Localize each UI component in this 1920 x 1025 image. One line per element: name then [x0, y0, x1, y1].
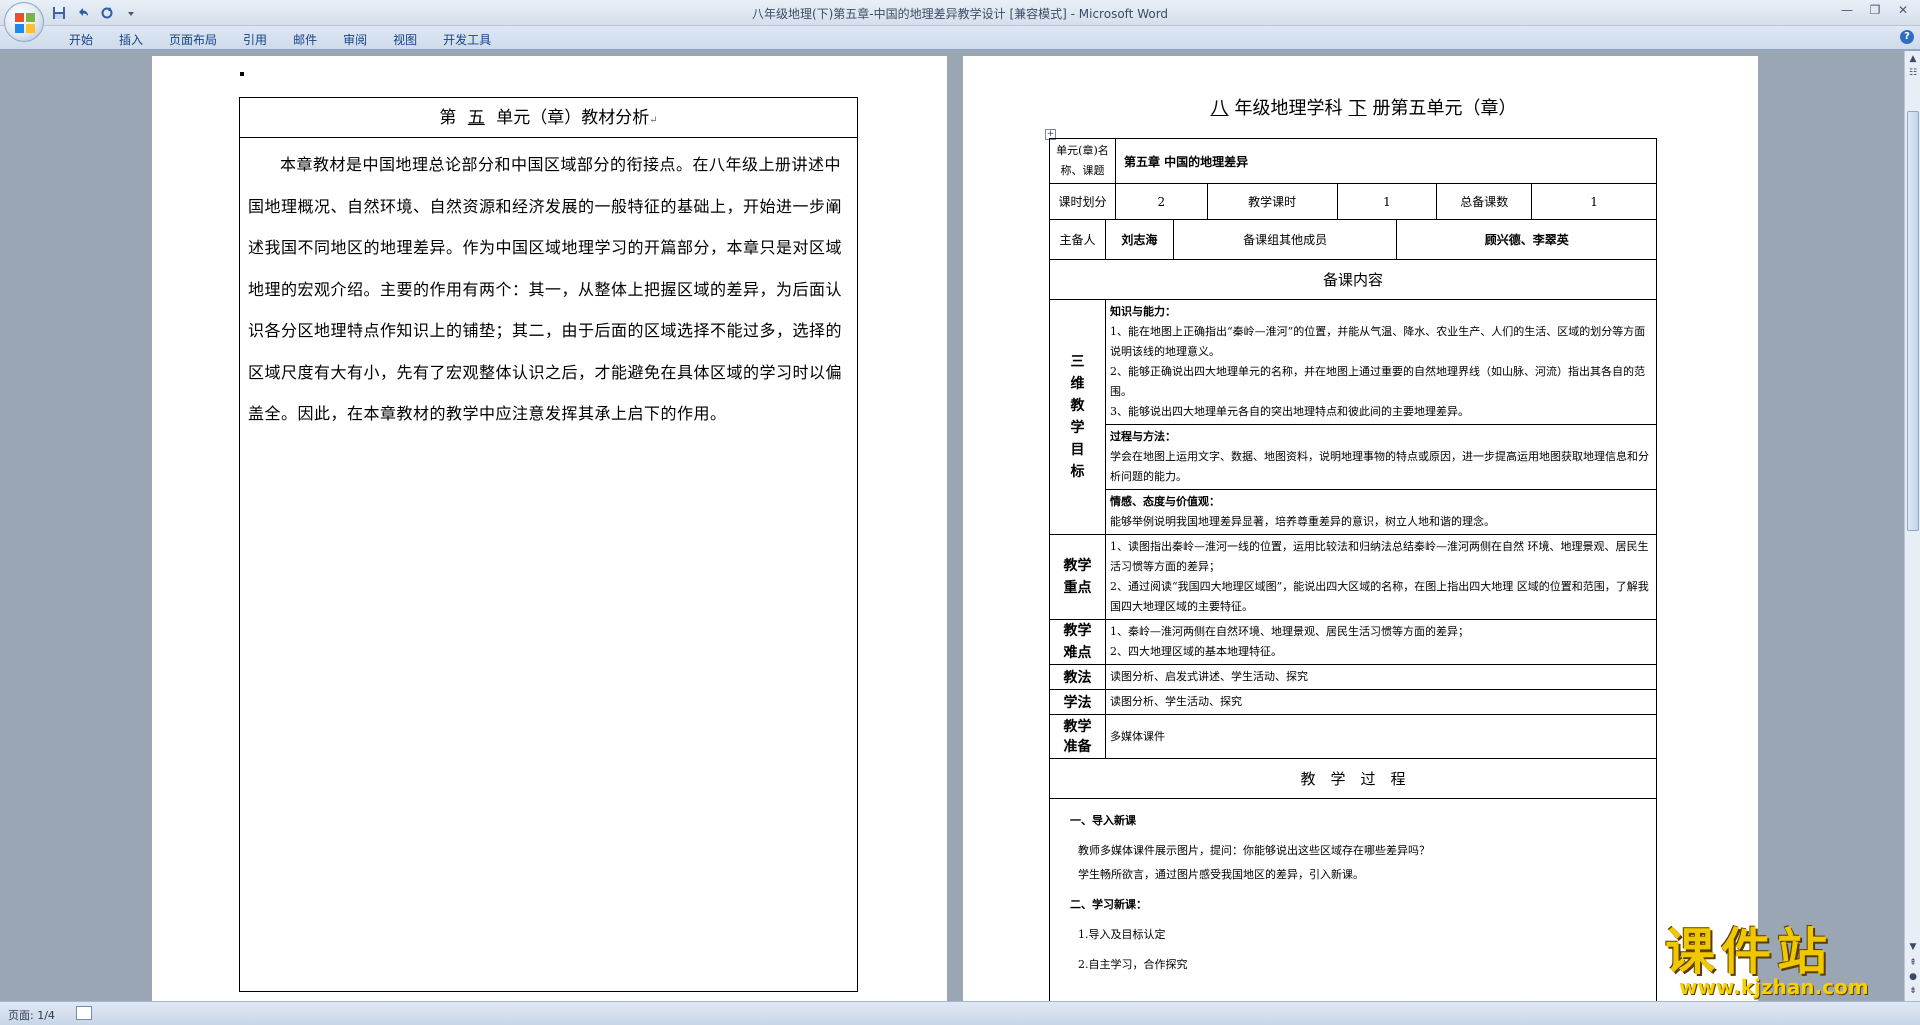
help-icon[interactable]: ? — [1900, 30, 1914, 44]
knowledge-item-3: 3、能够说出四大地理单元各自的突出地理特点和彼此间的主要地理差异。 — [1109, 405, 1469, 418]
knowledge-item-2: 2、能够正确说出四大地理单元的名称，并在地图上通过重要的自然地理界线（如山脉、河… — [1109, 365, 1645, 398]
paragraph-bullet — [240, 72, 244, 76]
new-lesson-step-1: 1.导入及目标认定 — [1078, 928, 1166, 941]
close-icon[interactable]: ✕ — [1890, 1, 1916, 19]
teach-hours-value: 1 — [1336, 183, 1438, 220]
title-grade: 八 — [1210, 98, 1229, 119]
process-cell: 过程与方法： 学会在地图上运用文字、数据、地图资料，说明地理事物的特点或原因，进… — [1104, 424, 1658, 490]
page-count[interactable]: 页面: 1/4 — [8, 1007, 55, 1023]
window-controls: — ❐ ✕ — [1834, 1, 1916, 19]
key-point-2: 2、通过阅读“我国四大地理区域图”，能说出四大区域的名称，在图上指出四大地理 区… — [1109, 580, 1649, 613]
lesson-plan-table: 单元(章)名称、课题 第五章 中国的地理差异 课时划分 2 教学课时 1 总备课… — [1049, 138, 1658, 1001]
members-value: 顾兴德、李翠英 — [1396, 219, 1657, 260]
analysis-title: 第 五 单元（章）教材分析↵ — [240, 98, 857, 138]
vertical-scrollbar[interactable]: ▲ ☷ ▼ ⇞ ● ⇟ — [1904, 51, 1920, 1001]
intro-line-1: 教师多媒体课件展示图片，提问：你能够说出这些区域存在哪些差异吗？ — [1078, 844, 1430, 857]
tab-view[interactable]: 视图 — [380, 29, 430, 50]
difficulties-cell: 1、秦岭—淮河两侧在自然环境、地理景观、居民生活习惯等方面的差异； 2、四大地理… — [1104, 619, 1658, 665]
tab-mailings[interactable]: 邮件 — [280, 29, 330, 50]
office-button[interactable] — [4, 2, 44, 42]
tab-page-layout[interactable]: 页面布局 — [156, 29, 230, 50]
new-lesson-step-2: 2.自主学习，合作探究 — [1078, 958, 1188, 971]
teaching-process-cell: 一、导入新课 教师多媒体课件展示图片，提问：你能够说出这些区域存在哪些差异吗？ … — [1049, 798, 1657, 1001]
ribbon-tabs-bar: 开始 插入 页面布局 引用 邮件 审阅 视图 开发工具 ? — [0, 26, 1920, 50]
lead-label: 主备人 — [1049, 219, 1106, 260]
document-page-right[interactable]: 八年级地理学科下册第五单元（章） + 单元(章)名称、课题 第五章 中国的地理差… — [963, 56, 1758, 1001]
knowledge-title: 知识与能力： — [1109, 305, 1176, 318]
analysis-paragraph: 本章教材是中国地理总论部分和中国区域部分的衔接点。在八年级上册讲述中国地理概况、… — [248, 155, 843, 423]
key-point-1: 1、读图指出秦岭—淮河一线的位置，运用比较法和归纳法总结秦岭—淮河两侧在自然 环… — [1109, 540, 1649, 573]
key-points-cell: 1、读图指出秦岭—淮河一线的位置，运用比较法和归纳法总结秦岭—淮河两侧在自然 环… — [1104, 534, 1658, 620]
hours-value: 2 — [1114, 183, 1208, 220]
lesson-plan-title: 八年级地理学科下册第五单元（章） — [963, 94, 1758, 120]
process-text: 学会在地图上运用文字、数据、地图资料，说明地理事物的特点或原因，进一步提高运用地… — [1109, 450, 1649, 483]
tab-home[interactable]: 开始 — [56, 29, 106, 50]
status-bar: 页面: 1/4 — [0, 1001, 1920, 1025]
method-label: 教法 — [1049, 664, 1106, 690]
hours-label: 课时划分 — [1049, 183, 1116, 220]
scroll-down-icon[interactable]: ▼ — [1907, 941, 1919, 953]
unit-label: 单元(章)名称、课题 — [1049, 138, 1116, 184]
total-label: 总备课数 — [1436, 183, 1533, 220]
process-header: 教 学 过 程 — [1049, 758, 1657, 799]
site-watermark: 课件站 www.kjzhan.com — [1665, 925, 1905, 1000]
tab-developer[interactable]: 开发工具 — [430, 29, 504, 50]
scrollbar-thumb[interactable] — [1907, 111, 1919, 531]
title-suffix: 单元（章）教材分析 — [496, 108, 650, 128]
restore-icon[interactable]: ❐ — [1862, 1, 1888, 19]
intro-line-2: 学生畅所欲言，通过图片感受我国地区的差异，引入新课。 — [1078, 868, 1364, 881]
lead-value: 刘志海 — [1104, 219, 1174, 260]
total-value: 1 — [1531, 183, 1657, 220]
window-title: 八年级地理(下)第五章-中国的地理差异教学设计 [兼容模式] - Microso… — [751, 7, 1169, 21]
content-header: 备课内容 — [1049, 259, 1657, 300]
title-prefix: 第 — [439, 108, 457, 128]
difficulty-1: 1、秦岭—淮河两侧在自然环境、地理景观、居民生活习惯等方面的差异； — [1109, 625, 1469, 638]
method-value: 读图分析、启发式讲述、学生活动、探究 — [1104, 664, 1658, 690]
key-points-label: 教学重点 — [1049, 534, 1106, 620]
title-suffix: 册第五单元（章） — [1372, 98, 1517, 119]
tab-references[interactable]: 引用 — [230, 29, 280, 50]
title-unit: 五 — [467, 108, 485, 128]
new-lesson-title: 二、学习新课： — [1070, 898, 1147, 911]
next-page-icon[interactable]: ⇟ — [1907, 985, 1919, 997]
document-page-left[interactable]: 第 五 单元（章）教材分析↵ 本章教材是中国地理总论部分和中国区域部分的衔接点。… — [152, 56, 947, 1001]
members-label: 备课组其他成员 — [1172, 219, 1398, 260]
title-mid: 年级地理学科 — [1234, 98, 1343, 119]
learning-value: 读图分析、学生活动、探究 — [1104, 689, 1658, 715]
process-title: 过程与方法： — [1109, 430, 1176, 443]
minimize-icon[interactable]: — — [1834, 1, 1860, 19]
preparation-label: 教学准备 — [1049, 714, 1106, 759]
scroll-up-icon[interactable]: ▲ — [1907, 53, 1919, 65]
document-area[interactable]: 第 五 单元（章）教材分析↵ 本章教材是中国地理总论部分和中国区域部分的衔接点。… — [0, 51, 1904, 1001]
proofing-icon[interactable] — [76, 1006, 92, 1020]
intro-title: 一、导入新课 — [1070, 814, 1136, 827]
watermark-url: www.kjzhan.com — [1679, 975, 1869, 999]
difficulty-2: 2、四大地理区域的基本地理特征。 — [1109, 645, 1282, 658]
previous-page-icon[interactable]: ⇞ — [1907, 957, 1919, 969]
attitude-cell: 情感、态度与价值观： 能够举例说明我国地理差异显著，培养尊重差异的意识，树立人地… — [1104, 489, 1658, 535]
goals-label: 三维教学目标 — [1049, 299, 1106, 535]
attitude-text: 能够举例说明我国地理差异显著，培养尊重差异的意识，树立人地和谐的理念。 — [1109, 515, 1495, 528]
learning-label: 学法 — [1049, 689, 1106, 715]
knowledge-item-1: 1、能在地图上正确指出“秦岭—淮河”的位置，并能从气温、降水、农业生产、人们的生… — [1109, 325, 1646, 358]
title-volume: 下 — [1348, 98, 1367, 119]
tab-review[interactable]: 审阅 — [330, 29, 380, 50]
teach-hours-label: 教学课时 — [1206, 183, 1338, 220]
ruler-toggle-icon[interactable]: ☷ — [1907, 67, 1919, 79]
attitude-title: 情感、态度与价值观： — [1109, 495, 1220, 508]
tab-insert[interactable]: 插入 — [106, 29, 156, 50]
analysis-box: 第 五 单元（章）教材分析↵ 本章教材是中国地理总论部分和中国区域部分的衔接点。… — [239, 97, 858, 992]
knowledge-cell: 知识与能力： 1、能在地图上正确指出“秦岭—淮河”的位置，并能从气温、降水、农业… — [1104, 299, 1658, 425]
office-logo-icon — [15, 13, 35, 33]
preparation-value: 多媒体课件 — [1104, 714, 1658, 759]
title-bar: 八年级地理(下)第五章-中国的地理差异教学设计 [兼容模式] - Microso… — [0, 0, 1920, 42]
difficulties-label: 教学难点 — [1049, 619, 1106, 665]
unit-value: 第五章 中国的地理差异 — [1114, 138, 1658, 184]
select-browse-object-icon[interactable]: ● — [1907, 971, 1919, 983]
watermark-name: 课件站 — [1665, 923, 1833, 981]
